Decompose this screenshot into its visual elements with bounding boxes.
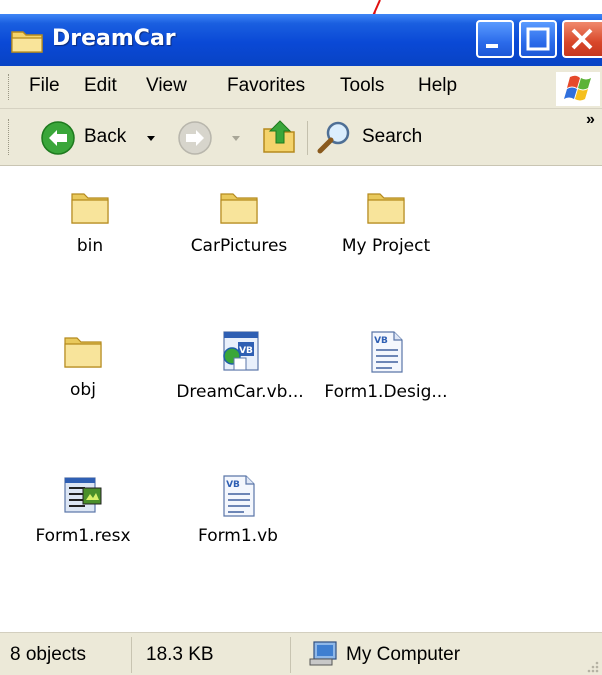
toolbar-grip[interactable] xyxy=(8,119,11,155)
window-title: DreamCar xyxy=(52,26,176,51)
svg-text:VB: VB xyxy=(226,480,240,490)
menu-file[interactable]: File xyxy=(29,75,60,97)
folder-icon xyxy=(367,193,405,224)
forward-button[interactable] xyxy=(175,117,241,159)
resize-grip-icon[interactable] xyxy=(586,660,600,674)
back-button[interactable]: Back xyxy=(36,117,155,159)
folder-icon xyxy=(220,193,258,224)
file-item-label: My Project xyxy=(341,236,431,256)
file-list-area[interactable]: bin CarPictures My Project obj VB DreamC… xyxy=(0,166,602,618)
status-location: My Computer xyxy=(346,644,461,665)
file-item-label: bin xyxy=(76,236,104,256)
status-size: 18.3 KB xyxy=(146,644,214,665)
file-item-label: Form1.resx xyxy=(35,526,131,546)
file-item-label: Form1.Desig... xyxy=(324,382,448,402)
title-bar[interactable]: DreamCar xyxy=(0,14,602,66)
menu-view[interactable]: View xyxy=(146,75,187,97)
menu-tools[interactable]: Tools xyxy=(340,75,384,97)
forward-arrow-icon xyxy=(178,121,212,155)
file-item[interactable]: obj xyxy=(8,330,158,400)
menu-edit[interactable]: Edit xyxy=(84,75,117,97)
search-icon xyxy=(317,121,350,154)
file-item[interactable]: VB Form1.Desig... xyxy=(311,330,461,402)
status-divider xyxy=(290,637,291,673)
vb-project-file-icon: VB xyxy=(223,331,259,371)
search-label: Search xyxy=(362,126,423,147)
svg-text:VB: VB xyxy=(374,336,388,346)
file-item[interactable]: My Project xyxy=(311,186,461,256)
maximize-button[interactable] xyxy=(519,20,557,58)
file-item[interactable]: bin xyxy=(15,186,165,256)
menu-favorites[interactable]: Favorites xyxy=(227,75,305,97)
folder-icon xyxy=(64,337,102,368)
search-button[interactable]: Search xyxy=(316,117,436,159)
file-item-label: CarPictures xyxy=(190,236,288,256)
folder-icon xyxy=(71,193,109,224)
file-item-label: obj xyxy=(70,380,96,400)
menu-help[interactable]: Help xyxy=(418,75,457,97)
minimize-icon xyxy=(486,44,498,48)
menu-bar: File Edit View Favorites Tools Help xyxy=(0,66,602,109)
maximize-icon xyxy=(526,27,550,51)
toolbar-separator xyxy=(307,121,308,155)
close-icon xyxy=(571,28,593,50)
file-item[interactable]: VB Form1.vb xyxy=(163,474,313,546)
back-arrow-icon xyxy=(41,121,75,155)
dropdown-arrow-icon xyxy=(147,136,155,141)
toolbar-overflow-chevron[interactable]: » xyxy=(586,111,595,129)
windows-logo-icon xyxy=(556,72,600,106)
vb-file-icon: VB xyxy=(371,331,403,373)
status-object-count: 8 objects xyxy=(10,644,87,665)
status-divider xyxy=(131,637,132,673)
folder-icon xyxy=(11,31,43,53)
explorer-window: DreamCar File Edit View Favorites Tools … xyxy=(0,0,602,675)
dropdown-arrow-icon xyxy=(232,136,240,141)
status-bar: 8 objects 18.3 KB My Computer xyxy=(0,632,602,675)
svg-text:VB: VB xyxy=(239,346,253,356)
file-item[interactable]: Form1.resx xyxy=(8,474,158,546)
resx-file-icon xyxy=(64,477,102,513)
close-button[interactable] xyxy=(562,20,602,58)
file-item[interactable]: CarPictures xyxy=(164,186,314,256)
standard-toolbar: Back Search » xyxy=(0,109,602,166)
my-computer-icon xyxy=(309,641,337,666)
vb-file-icon: VB xyxy=(223,475,255,517)
file-item-label: Form1.vb xyxy=(198,526,278,546)
back-label: Back xyxy=(84,126,127,147)
minimize-button[interactable] xyxy=(476,20,514,58)
file-item[interactable]: VB DreamCar.vb... xyxy=(165,330,315,402)
menu-grip[interactable] xyxy=(8,74,11,100)
up-folder-icon[interactable] xyxy=(260,117,300,157)
file-item-label: DreamCar.vb... xyxy=(176,382,304,402)
